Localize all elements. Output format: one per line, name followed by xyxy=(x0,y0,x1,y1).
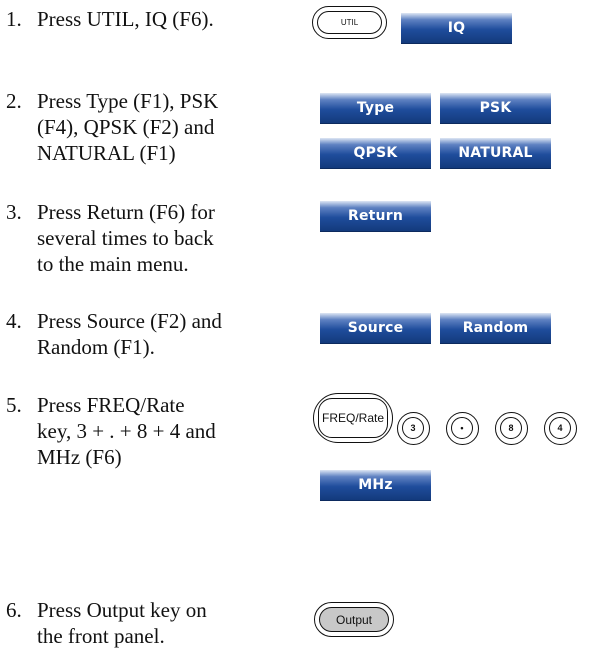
step-1-text: Press UTIL, IQ (F6). xyxy=(37,6,287,32)
psk-softkey[interactable]: PSK xyxy=(440,93,551,124)
step-3-text: Press Return (F6) for several times to b… xyxy=(37,199,287,277)
step-1-number: 1. xyxy=(6,7,22,31)
number-3-key-label: 3 xyxy=(402,417,424,439)
number-3-key[interactable]: 3 xyxy=(397,412,430,445)
step-5-text: Press FREQ/Rate key, 3 + . + 8 + 4 and M… xyxy=(37,392,287,470)
util-key-label: UTIL xyxy=(340,18,359,27)
source-softkey[interactable]: Source xyxy=(320,313,431,344)
number-8-key[interactable]: 8 xyxy=(495,412,528,445)
step-5-line-3: MHz (F6) xyxy=(37,445,122,469)
freq-rate-key-label: FREQ/Rate xyxy=(321,411,384,425)
step-6-line-2: the front panel. xyxy=(37,624,165,648)
output-key[interactable]: Output xyxy=(314,602,394,637)
random-softkey[interactable]: Random xyxy=(440,313,551,344)
step-2-text: Press Type (F1), PSK (F4), QPSK (F2) and… xyxy=(37,88,287,166)
freq-rate-key[interactable]: FREQ/Rate xyxy=(313,393,393,443)
step-5-line-1: Press FREQ/Rate xyxy=(37,393,185,417)
decimal-point-key[interactable]: • xyxy=(446,412,479,445)
step-6-line-1: Press Output key on xyxy=(37,598,207,622)
step-2-line-1: Press Type (F1), PSK xyxy=(37,89,219,113)
step-3-number: 3. xyxy=(6,200,22,224)
natural-softkey[interactable]: NATURAL xyxy=(440,138,551,169)
step-3-line-3: to the main menu. xyxy=(37,252,189,276)
number-8-key-label: 8 xyxy=(500,417,522,439)
mhz-softkey[interactable]: MHz xyxy=(320,470,431,501)
step-5-line-2: key, 3 + . + 8 + 4 and xyxy=(37,419,216,443)
step-4-line-2: Random (F1). xyxy=(37,335,155,359)
output-key-label: Output xyxy=(335,612,373,627)
step-4-number: 4. xyxy=(6,309,22,333)
step-5-number: 5. xyxy=(6,393,22,417)
step-1-line-1: Press UTIL, IQ (F6). xyxy=(37,7,214,31)
step-4-text: Press Source (F2) and Random (F1). xyxy=(37,308,287,360)
number-4-key[interactable]: 4 xyxy=(544,412,577,445)
step-2-number: 2. xyxy=(6,89,22,113)
step-3-line-1: Press Return (F6) for xyxy=(37,200,215,224)
decimal-point-key-label: • xyxy=(451,417,473,439)
step-6-text: Press Output key on the front panel. xyxy=(37,597,287,649)
step-2-line-3: NATURAL (F1) xyxy=(37,141,176,165)
return-softkey[interactable]: Return xyxy=(320,201,431,232)
step-3-line-2: several times to back xyxy=(37,226,214,250)
util-key[interactable]: UTIL xyxy=(312,6,387,39)
step-2-line-2: (F4), QPSK (F2) and xyxy=(37,115,215,139)
number-4-key-label: 4 xyxy=(549,417,571,439)
step-6-number: 6. xyxy=(6,598,22,622)
qpsk-softkey[interactable]: QPSK xyxy=(320,138,431,169)
step-4-line-1: Press Source (F2) and xyxy=(37,309,222,333)
type-softkey[interactable]: Type xyxy=(320,93,431,124)
iq-softkey[interactable]: IQ xyxy=(401,13,512,44)
